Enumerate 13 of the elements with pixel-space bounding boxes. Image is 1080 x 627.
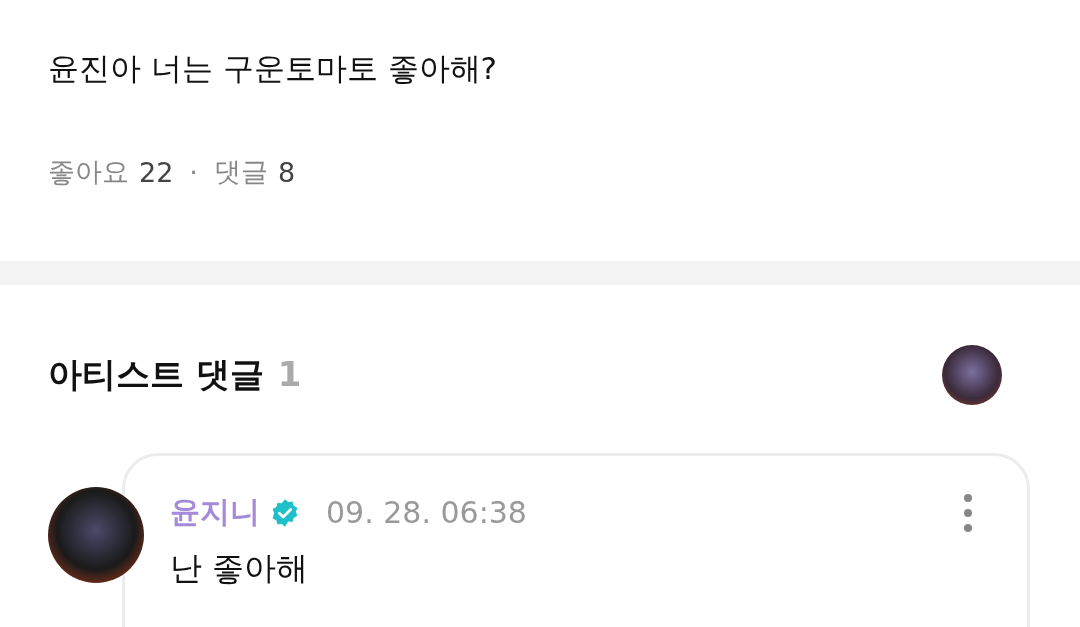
post-text: 윤진아 너는 구운토마토 좋아해? <box>48 49 498 88</box>
author-name[interactable]: 윤지니 <box>170 492 260 533</box>
more-options-icon[interactable] <box>963 492 973 533</box>
like-count: 22 <box>139 156 174 188</box>
like-label: 좋아요 <box>48 155 129 189</box>
comment-count: 8 <box>277 156 296 188</box>
comment-text: 난 좋아해 <box>170 548 310 589</box>
profile-avatar[interactable] <box>942 345 1002 405</box>
comment-time: 09. 28. 06:38 <box>326 495 527 530</box>
section-title: 아티스트 댓글 <box>48 353 264 396</box>
section-count: 1 <box>277 354 302 394</box>
separator-dot: · <box>189 156 198 188</box>
comment-label: 댓글 <box>213 155 268 189</box>
